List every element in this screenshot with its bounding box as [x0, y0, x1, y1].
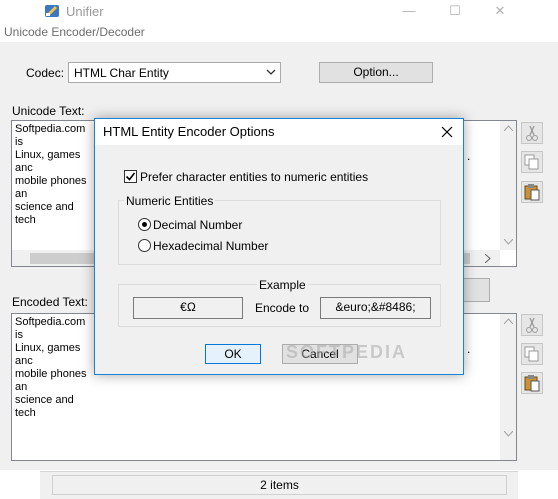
chevron-down-icon	[266, 69, 276, 75]
dialog-title: HTML Entity Encoder Options	[103, 124, 275, 139]
example-label: Example	[257, 278, 308, 292]
decimal-radio[interactable]	[138, 218, 151, 231]
cut-icon	[526, 125, 538, 141]
copy-button-encoded[interactable]	[521, 343, 543, 365]
encoded-text-content: Softpedia.com is Linux, games anc mobile…	[15, 316, 87, 419]
main-window-titlebar	[40, 0, 558, 22]
close-button[interactable]: ✕	[490, 4, 510, 18]
scroll-up-icon[interactable]	[504, 318, 513, 324]
checkmark-icon	[125, 172, 136, 181]
softpedia-watermark: SOFTPEDIA	[286, 342, 408, 362]
scroll-up-icon[interactable]	[504, 125, 513, 131]
maximize-button[interactable]: ☐	[445, 4, 465, 18]
radio-selected-dot	[142, 222, 147, 227]
html-entity-options-dialog: HTML Entity Encoder Options Prefer chara…	[94, 118, 464, 375]
ok-button[interactable]: OK	[205, 344, 261, 364]
scroll-down-icon[interactable]	[504, 239, 513, 245]
paste-icon	[524, 375, 540, 392]
encoder-decoder-title: Unicode Encoder/Decoder	[4, 25, 145, 39]
scroll-down-icon[interactable]	[504, 431, 513, 437]
paste-button-encoded[interactable]	[521, 372, 543, 394]
codec-select[interactable]: HTML Char Entity	[68, 62, 281, 83]
paste-icon	[524, 184, 540, 201]
encode-to-label: Encode to	[255, 301, 310, 315]
cut-button[interactable]	[521, 122, 543, 144]
example-input-field[interactable]: €Ω	[133, 297, 243, 319]
example-output-field[interactable]: &euro;&#8486;	[320, 297, 431, 319]
option-button[interactable]: Option...	[319, 62, 433, 83]
encoded-text-label: Encoded Text:	[12, 295, 88, 309]
minimize-button[interactable]: —	[399, 4, 419, 18]
cut-button-encoded[interactable]	[521, 314, 543, 336]
close-icon[interactable]	[437, 122, 457, 142]
numeric-entities-label: Numeric Entities	[124, 194, 216, 208]
hexadecimal-radio[interactable]	[138, 239, 151, 252]
app-icon	[45, 5, 59, 17]
copy-icon	[524, 154, 539, 170]
unicode-vertical-scrollbar[interactable]	[500, 121, 516, 250]
prefer-entities-checkbox[interactable]	[124, 170, 137, 183]
copy-button[interactable]	[521, 151, 543, 173]
unicode-text-trailing: .	[467, 149, 471, 163]
status-items-count: 2 items	[52, 475, 507, 495]
encoded-text-trailing: .	[467, 342, 471, 356]
copy-icon	[524, 346, 539, 362]
main-window-title: Unifier	[66, 4, 104, 19]
cut-icon	[526, 317, 538, 333]
numeric-entities-group	[118, 200, 441, 265]
codec-label: Codec:	[26, 66, 65, 80]
encoded-vertical-scrollbar[interactable]	[500, 314, 516, 460]
scroll-right-icon[interactable]	[485, 254, 491, 263]
codec-selected-value: HTML Char Entity	[74, 66, 169, 80]
hexadecimal-radio-label[interactable]: Hexadecimal Number	[153, 239, 268, 253]
decimal-radio-label[interactable]: Decimal Number	[153, 218, 242, 232]
unicode-text-label: Unicode Text:	[12, 104, 85, 118]
unicode-text-content: Softpedia.com is Linux, games anc mobile…	[15, 123, 87, 226]
prefer-entities-label[interactable]: Prefer character entities to numeric ent…	[140, 170, 368, 184]
paste-button[interactable]	[521, 181, 543, 203]
